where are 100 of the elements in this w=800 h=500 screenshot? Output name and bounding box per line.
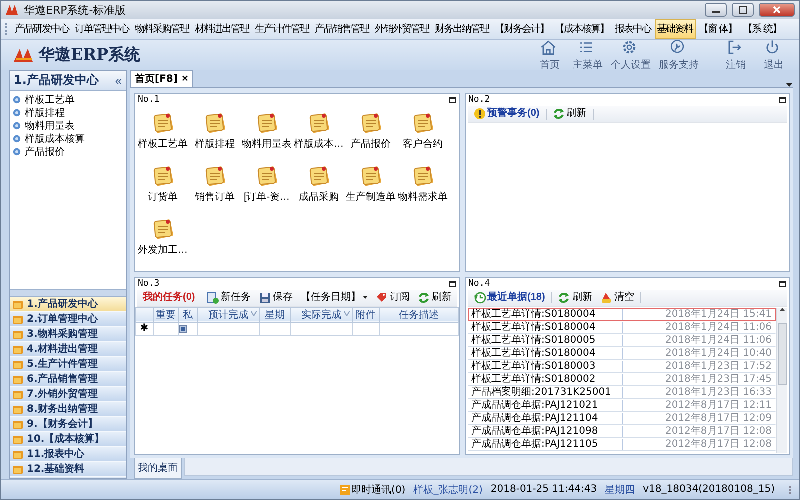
toolbar-button[interactable]: 刷新	[416, 292, 454, 304]
module-list-item[interactable]: 物料用量表	[10, 119, 126, 132]
toolbar-button[interactable]: 我的任务(0)	[141, 292, 198, 304]
shortcut-button[interactable]: 客户合约	[397, 108, 449, 161]
clock-arrow-icon	[474, 292, 486, 304]
module-group[interactable]: 11.报表中心	[10, 447, 126, 462]
scrollbar[interactable]	[776, 308, 787, 453]
menu-item[interactable]: 【窗 体】	[697, 19, 740, 39]
shortcut-button[interactable]: 外发加工…	[137, 214, 189, 267]
toolbar-button[interactable]: 注销	[719, 40, 753, 70]
menu-item[interactable]: 【成本核算】	[553, 19, 612, 39]
module-group[interactable]: 6.产品销售管理	[10, 372, 126, 387]
shortcut-button[interactable]: 物料需求单	[397, 161, 449, 214]
module-group[interactable]: 10.【成本核算】	[10, 432, 126, 447]
module-group[interactable]: 3.物料采购管理	[10, 327, 126, 342]
module-list-item[interactable]: 样板工艺单	[10, 93, 126, 106]
shortcut-button[interactable]: 样版成本…	[293, 108, 345, 161]
document-tab[interactable]: 首页[F8] ×	[130, 70, 194, 87]
menu-item[interactable]: 订单管理中心	[73, 19, 132, 39]
recent-document-row[interactable]: 产成品调仓单据:PAJ121104 2012年8月17日 12:09	[468, 412, 776, 424]
column-header[interactable]: 重要	[154, 307, 178, 322]
maximize-button[interactable]	[732, 3, 754, 17]
shortcut-button[interactable]: [订单-资…	[241, 161, 293, 214]
module-group[interactable]: 2.订单管理中心	[10, 312, 126, 327]
recent-document-row[interactable]: 样板工艺单详情:S0180004 2018年1月24日 10:40	[468, 346, 776, 360]
menu-item[interactable]: 材料进出管理	[193, 19, 252, 39]
column-header[interactable]: 实际完成	[290, 307, 352, 322]
toolbar-button[interactable]: 退出	[757, 40, 791, 70]
recent-document-row[interactable]: 样板工艺单详情:S0180004 2018年1月24日 15:41	[468, 308, 776, 320]
column-header[interactable]: 星期	[260, 307, 290, 322]
shortcut-button[interactable]: 生产制造单	[345, 161, 397, 214]
collapse-button[interactable]: «	[115, 74, 122, 88]
toolbar-button[interactable]: 个人设置	[609, 40, 653, 70]
weekday: 星期四	[605, 484, 636, 496]
module-group[interactable]: 12.基础资料	[10, 462, 126, 477]
module-group[interactable]: 7.外销外贸管理	[10, 387, 126, 402]
bullet-icon	[13, 134, 21, 142]
module-group[interactable]: 9.【财务会计】	[10, 417, 126, 432]
toolbar-button[interactable]: 订阅	[374, 292, 412, 304]
menu-item[interactable]: 生产计件管理	[253, 19, 312, 39]
messenger-status[interactable]: 即时通讯(0)	[340, 482, 406, 496]
menu-item[interactable]: 【财务会计】	[493, 19, 552, 39]
shortcut-button[interactable]: 销售订单	[189, 161, 241, 214]
shortcut-button[interactable]: 样版排程	[189, 108, 241, 161]
toolbar-button[interactable]: 保存	[257, 292, 296, 304]
recent-document-row[interactable]: 产成品调仓单据:PAJ121105 2012年8月17日 12:08	[468, 438, 776, 450]
maximize-icon[interactable]	[448, 97, 456, 103]
recent-document-row[interactable]: 样板工艺单详情:S0180005 2018年1月24日 11:06	[468, 334, 776, 346]
module-group[interactable]: 4.材料进出管理	[10, 342, 126, 357]
recent-document-row[interactable]: 产成品调仓单据:PAJ121098 2012年8月17日 12:08	[468, 424, 776, 438]
refresh-icon	[552, 108, 565, 120]
menu-item[interactable]: 报表中心	[613, 19, 654, 39]
column-header[interactable]: 预计完成	[198, 307, 260, 322]
minimize-button[interactable]	[705, 3, 727, 17]
bullet-icon	[13, 96, 21, 104]
recent-document-row[interactable]: 产成品调仓单据:PAJ121021 2012年8月17日 12:11	[468, 398, 776, 412]
recent-document-row[interactable]: 产品档案明细:201731K25001 2018年1月23日 16:33	[468, 386, 776, 398]
shortcut-button[interactable]: 订货单	[137, 161, 189, 214]
menu-item[interactable]: 外销外贸管理	[373, 19, 432, 39]
toolbar-button[interactable]: 首页	[533, 40, 567, 70]
menu-item[interactable]: 物料采购管理	[133, 19, 192, 39]
module-group[interactable]: 8.财务出纳管理	[10, 402, 126, 417]
toolbar-button[interactable]: 新任务	[205, 292, 254, 304]
new-row-marker: ✱	[136, 322, 154, 335]
toolbar-button[interactable]: 刷新	[550, 108, 589, 120]
shortcut-button[interactable]: 产品报价	[345, 108, 397, 161]
toolbar-button[interactable]: 主菜单	[571, 40, 605, 70]
maximize-icon[interactable]	[448, 280, 456, 286]
column-header[interactable]: 任务描述	[380, 307, 458, 322]
shortcut-button[interactable]: 样板工艺单	[137, 108, 189, 161]
menu-item[interactable]: 基础资料	[655, 19, 696, 39]
module-list-item[interactable]: 样版排程	[10, 106, 126, 119]
toolbar-button[interactable]: 刷新	[556, 292, 594, 304]
close-button[interactable]	[759, 3, 795, 17]
shortcut-button[interactable]: 成品采购	[293, 161, 345, 214]
toolbar-button[interactable]: 清空	[598, 292, 636, 304]
module-group[interactable]: 1.产品研发中心	[10, 297, 126, 312]
toolbar-button[interactable]: 最近单据(18)	[472, 292, 548, 304]
module-group[interactable]: 5.生产计件管理	[10, 357, 126, 372]
desktop-tab[interactable]: 我的桌面	[134, 458, 182, 479]
menu-item[interactable]: 财务出纳管理	[433, 19, 492, 39]
module-list-item[interactable]: 产品报价	[10, 145, 126, 158]
menu-item[interactable]: 【系 统】	[741, 19, 784, 39]
recent-document-row[interactable]: 样板工艺单详情:S0180002 2018年1月23日 17:45	[468, 372, 776, 386]
maximize-icon[interactable]	[779, 97, 786, 103]
menu-item[interactable]: 产品研发中心	[13, 19, 72, 39]
toolbar-button[interactable]: 【任务日期】	[299, 292, 370, 304]
menu-item[interactable]: 产品销售管理	[313, 19, 372, 39]
module-list-item[interactable]: 样版成本核算	[10, 132, 126, 145]
caret-icon	[363, 296, 368, 299]
tab-close-button[interactable]: ×	[182, 73, 188, 85]
toolbar-button[interactable]: 服务支持	[657, 40, 701, 70]
recent-document-row[interactable]: 样板工艺单详情:S0180004 2018年1月24日 11:06	[468, 320, 776, 334]
maximize-icon[interactable]	[779, 280, 786, 286]
column-header[interactable]: 附件	[352, 307, 380, 322]
column-header[interactable]: 私	[178, 307, 198, 322]
recent-document-row[interactable]: 样板工艺单详情:S0180003 2018年1月23日 17:52	[468, 360, 776, 372]
splitter-handle[interactable]	[10, 290, 126, 297]
shortcut-button[interactable]: 物料用量表	[241, 108, 293, 161]
toolbar-button[interactable]: 预警事务(0)	[472, 108, 542, 120]
